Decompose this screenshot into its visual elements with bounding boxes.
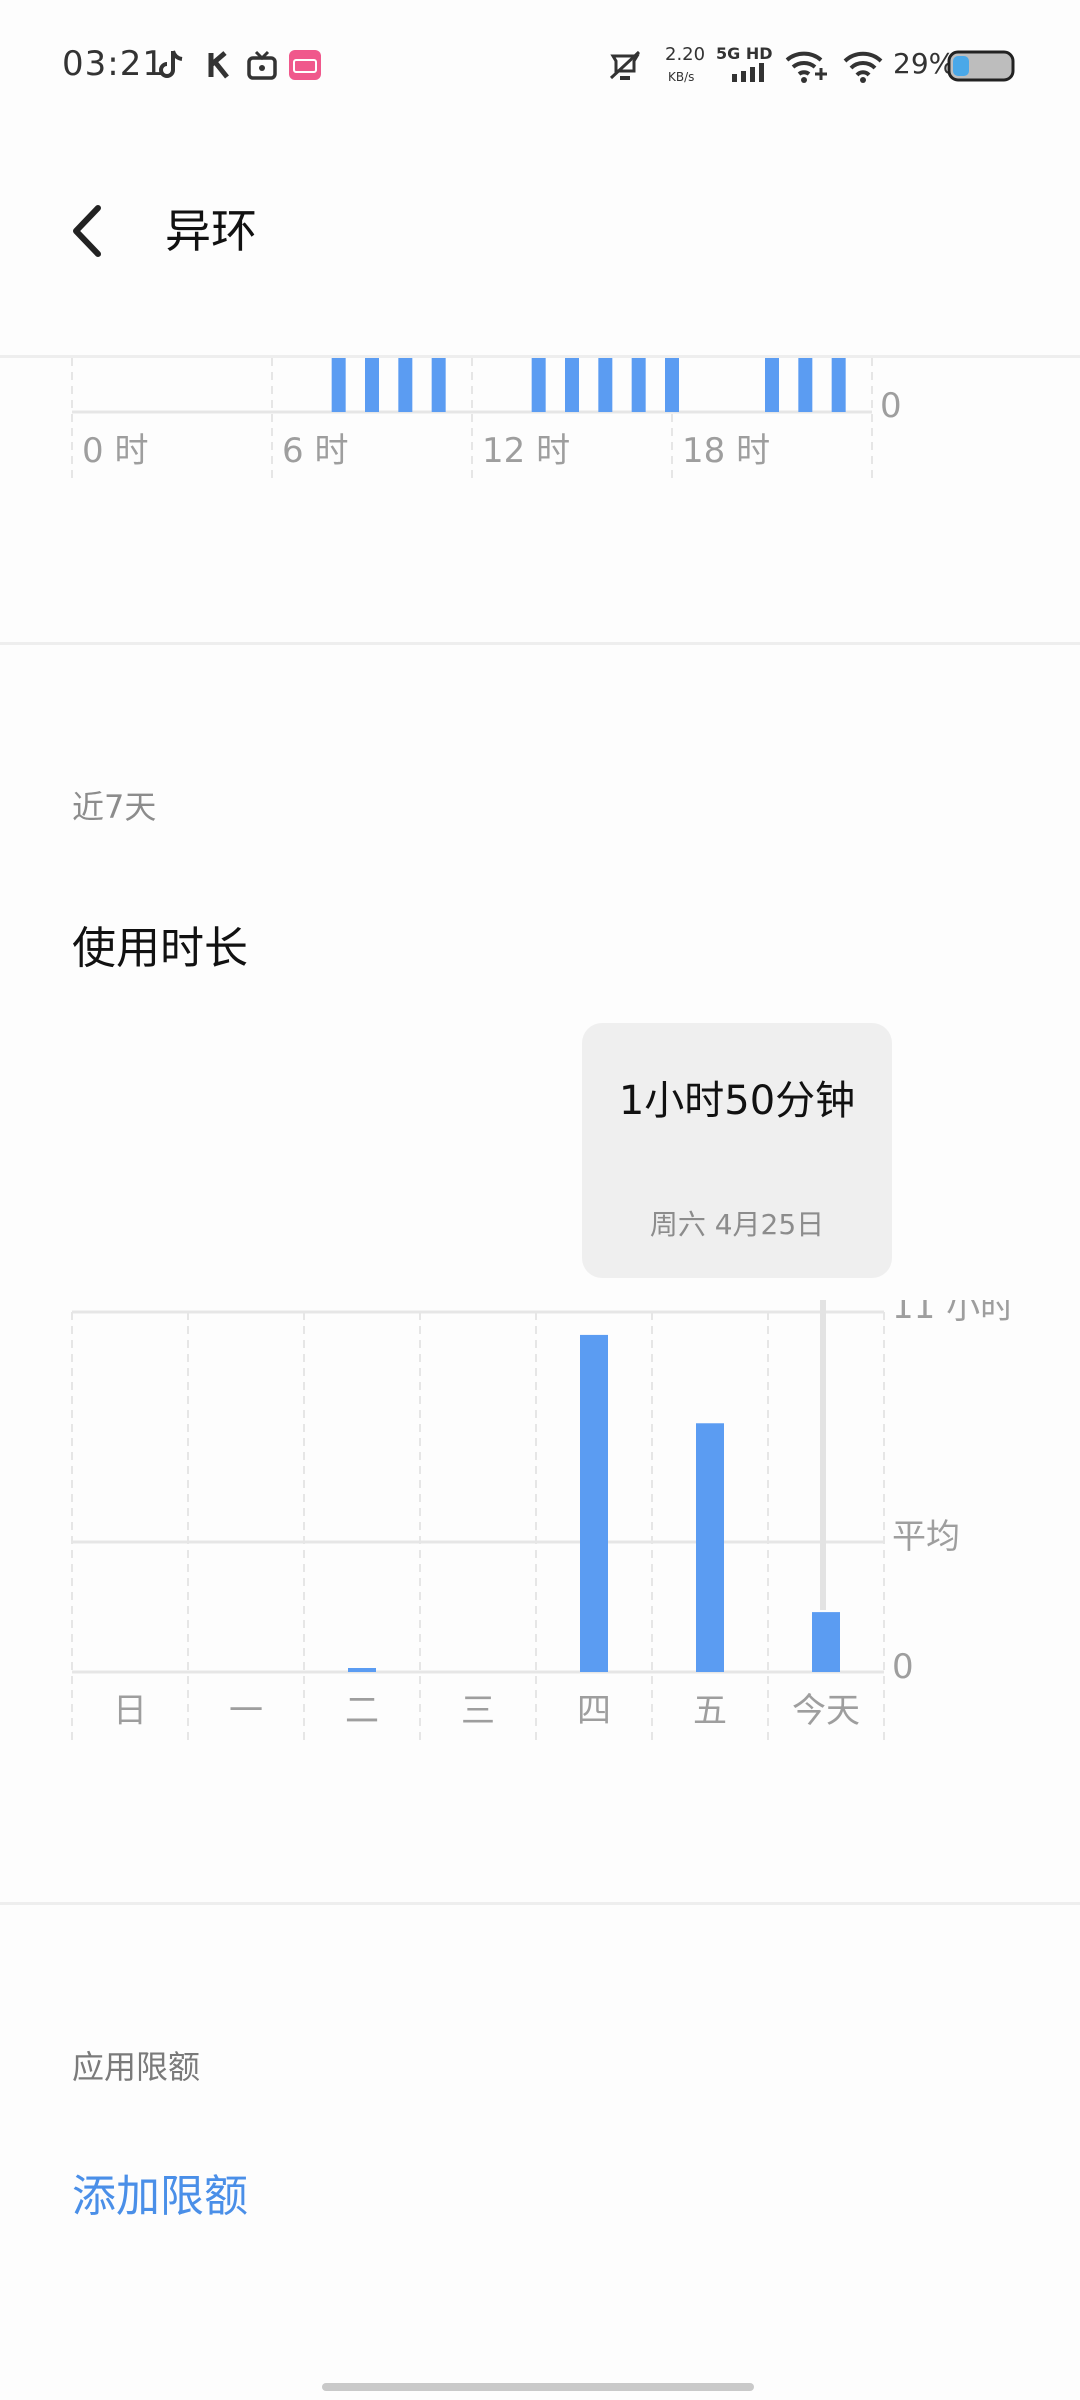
network-type: 5G HD xyxy=(716,44,773,63)
tooltip-date: 周六 4月25日 xyxy=(649,1208,825,1241)
hourly-x-label: 12 时 xyxy=(482,431,570,471)
signal-icon xyxy=(732,63,764,82)
home-indicator[interactable] xyxy=(322,2383,754,2391)
battery-percent: 29% xyxy=(893,47,956,80)
battery-icon xyxy=(947,50,1015,82)
hourly-x-label: 18 时 xyxy=(682,431,770,471)
weekly-usage-bar xyxy=(580,1334,608,1672)
hourly-usage-bar xyxy=(531,358,546,412)
tiktok-icon xyxy=(159,50,183,78)
page-title: 异环 xyxy=(165,204,257,258)
hourly-usage-bar xyxy=(831,358,846,412)
weekly-y-label-zero: 0 xyxy=(892,1647,914,1687)
weekly-x-label: 一 xyxy=(229,1691,263,1731)
kwai-icon xyxy=(208,51,229,79)
weekly-usage-chart: 日 一 二 三 四 五 今天 11 小时 平均 0 xyxy=(71,1300,1014,1740)
hourly-usage-bar xyxy=(431,358,446,412)
hourly-usage-bar xyxy=(398,358,413,412)
section-divider xyxy=(0,642,1080,645)
wifi-icon xyxy=(843,51,883,83)
weekly-x-label: 五 xyxy=(693,1691,727,1731)
weekly-usage-bar xyxy=(348,1668,376,1672)
alarm-off-icon xyxy=(609,50,641,80)
hourly-x-label: 0 时 xyxy=(82,431,148,471)
hourly-usage-bar xyxy=(665,358,679,412)
hourly-x-label: 6 时 xyxy=(282,431,348,471)
hourly-usage-bar xyxy=(631,358,646,412)
weekly-x-label: 三 xyxy=(461,1691,495,1731)
add-quota-button[interactable]: 添加限额 xyxy=(72,2160,248,2224)
app-header xyxy=(0,130,1080,355)
usage-duration-title: 使用时长 xyxy=(72,923,248,974)
status-bar: 03:21 2.20 KB/s 5G HD 29% xyxy=(0,0,1080,130)
weekly-y-label-average: 平均 xyxy=(892,1517,960,1557)
usage-tooltip: 1小时50分钟 周六 4月25日 xyxy=(582,1023,892,1278)
status-time: 03:21 xyxy=(62,44,165,84)
hourly-usage-bar xyxy=(798,358,813,412)
app-quota-label: 应用限额 xyxy=(72,2048,201,2086)
weekly-x-label: 二 xyxy=(345,1691,379,1731)
weekly-x-label: 日 xyxy=(113,1691,147,1731)
back-arrow-icon[interactable] xyxy=(62,196,112,266)
tooltip-value: 1小时50分钟 xyxy=(618,1078,856,1124)
hourly-usage-chart: 0 时 6 时 12 时 18 时 0 xyxy=(71,358,902,478)
weekly-x-label: 今天 xyxy=(792,1691,860,1731)
weekly-y-label-max: 11 小时 xyxy=(892,1300,1014,1327)
wifi-plus-icon xyxy=(785,51,827,83)
tv-icon xyxy=(247,50,277,80)
network-speed: 2.20 xyxy=(665,44,706,65)
weekly-x-label: 四 xyxy=(577,1691,611,1731)
hourly-usage-bar xyxy=(331,358,346,412)
hourly-usage-bar xyxy=(598,358,613,412)
period-label: 近7天 xyxy=(72,788,157,826)
bilibili-icon xyxy=(289,50,321,80)
hourly-usage-bar xyxy=(565,358,579,412)
weekly-usage-bar xyxy=(812,1612,840,1672)
hourly-usage-bar xyxy=(365,358,379,412)
weekly-usage-bar xyxy=(696,1423,724,1672)
section-divider xyxy=(0,1902,1080,1905)
network-speed-unit: KB/s xyxy=(668,70,695,84)
hourly-y-label: 0 xyxy=(880,386,902,426)
hourly-usage-bar xyxy=(765,358,779,412)
